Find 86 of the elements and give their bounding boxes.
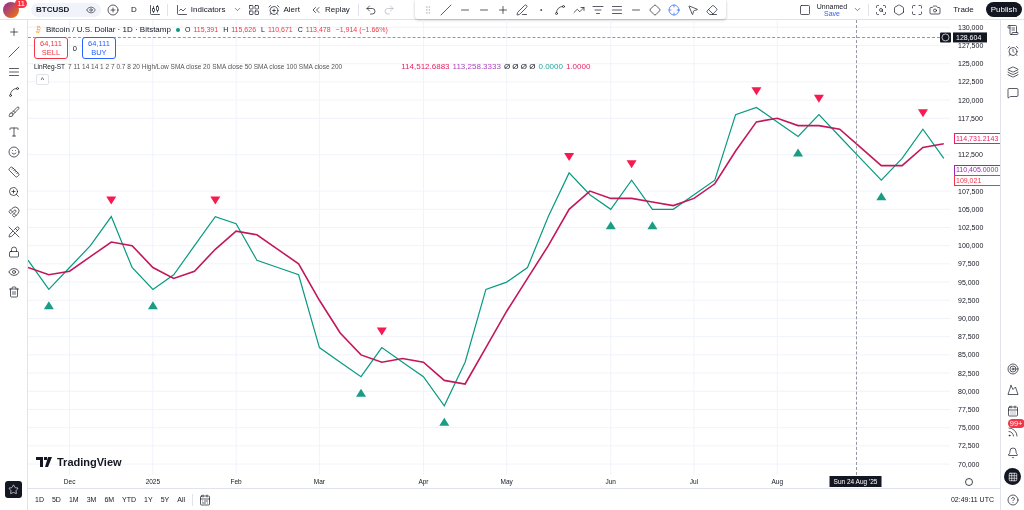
sell-signal-icon [376, 327, 387, 336]
watchlist-icon[interactable] [1006, 24, 1019, 36]
caret-icon[interactable] [233, 5, 243, 14]
magnet-icon[interactable] [7, 206, 20, 218]
help-icon[interactable] [1006, 494, 1019, 506]
symbol-title: Bitcoin / U.S. Dollar · 1D · Bitstamp [46, 25, 171, 34]
caret-icon[interactable] [853, 5, 863, 14]
chat-icon[interactable] [1006, 87, 1019, 99]
pen-icon[interactable] [515, 3, 528, 16]
fib-icon[interactable] [7, 66, 20, 78]
logo-icon [36, 457, 54, 467]
buy-signal-icon [793, 148, 804, 157]
alarm-icon[interactable] [1006, 45, 1019, 57]
cross-line-icon[interactable] [496, 3, 509, 16]
bitcoin-icon [34, 25, 43, 34]
add-alert-icon[interactable] [940, 32, 951, 43]
sell-signal-icon [106, 196, 117, 205]
target-icon[interactable] [1006, 363, 1019, 375]
sell-signal-icon [626, 160, 637, 169]
crosshair-icon[interactable] [7, 26, 20, 38]
calendar-icon[interactable] [1006, 405, 1019, 417]
indicators-icon[interactable] [175, 3, 188, 16]
crosshair-icon[interactable] [667, 3, 680, 16]
indicator-value: Ø Ø Ø Ø [503, 62, 536, 71]
sell-signal-icon [751, 87, 762, 96]
buy-signal-icon [605, 221, 616, 230]
buy-signal-icon [647, 221, 658, 230]
lock-icon[interactable] [7, 246, 20, 258]
undo-icon[interactable] [364, 3, 377, 16]
scale-settings-icon[interactable] [965, 478, 973, 486]
layouts-icon[interactable] [248, 3, 261, 16]
trash-icon[interactable] [7, 286, 20, 298]
sell-signal-icon [210, 196, 221, 205]
shape-icon[interactable] [648, 3, 661, 16]
publish-button[interactable]: Publish [985, 2, 1022, 17]
indicator-value: 0.0000 [538, 62, 563, 71]
date-range-icon[interactable] [199, 493, 211, 506]
buy-signal-icon [356, 388, 366, 397]
curve-icon[interactable] [553, 3, 566, 16]
news-icon[interactable] [1006, 426, 1019, 438]
user-avatar[interactable] [3, 1, 19, 18]
sell-signal-icon [917, 109, 928, 118]
logo-text: TradingView [57, 456, 122, 468]
zoom-icon[interactable] [7, 186, 20, 198]
sell-signal-icon [564, 152, 575, 161]
pattern-icon[interactable] [7, 86, 20, 98]
fib-icon[interactable] [591, 3, 604, 16]
emoji-icon[interactable] [7, 146, 20, 158]
alert-icon[interactable] [268, 3, 281, 16]
indicators-button[interactable]: Indicators [173, 1, 228, 18]
add-symbol-icon[interactable] [107, 3, 119, 16]
replay-button[interactable]: Replay [307, 1, 352, 18]
candles-icon[interactable] [148, 3, 161, 16]
brush-icon[interactable] [7, 106, 20, 118]
channel-icon[interactable] [610, 3, 623, 16]
buy-signal-icon [439, 417, 450, 426]
favorites-button[interactable] [5, 481, 22, 498]
ideas-icon[interactable] [1006, 384, 1019, 396]
indicator-value: 113,258.3333 [452, 62, 501, 71]
symbol-search[interactable]: BTCUSD [31, 2, 101, 17]
cursor-icon[interactable] [686, 3, 699, 16]
alert-button[interactable]: Alert [266, 1, 302, 18]
settings-icon[interactable] [893, 3, 906, 16]
indicator-value: 1.0000 [565, 62, 591, 71]
eye-icon[interactable] [7, 266, 20, 278]
compare-icon[interactable] [86, 4, 96, 15]
market-status-dot [175, 27, 180, 32]
quick-search-icon[interactable] [875, 3, 888, 16]
buy-signal-icon [876, 192, 887, 201]
checkbox-icon[interactable] [798, 3, 811, 16]
buy-signal-icon [147, 301, 158, 310]
interval-button[interactable]: D [125, 1, 143, 18]
text-icon[interactable] [7, 126, 20, 138]
camera-icon[interactable] [929, 3, 942, 16]
eraser-icon[interactable] [705, 3, 718, 16]
products-button[interactable] [1004, 468, 1021, 485]
trend-line-icon[interactable] [439, 3, 452, 16]
ruler-icon[interactable] [7, 166, 20, 178]
indicator-value: 114,512.6883 [401, 62, 450, 71]
sell-signal-icon [813, 94, 824, 103]
buy-signal-icon [43, 301, 54, 310]
bell-icon[interactable] [1006, 447, 1019, 459]
trend-line-icon[interactable] [7, 46, 20, 58]
layers-icon[interactable] [1006, 66, 1019, 78]
fullscreen-icon[interactable] [911, 3, 924, 16]
lock-drawing-icon[interactable] [7, 226, 20, 238]
